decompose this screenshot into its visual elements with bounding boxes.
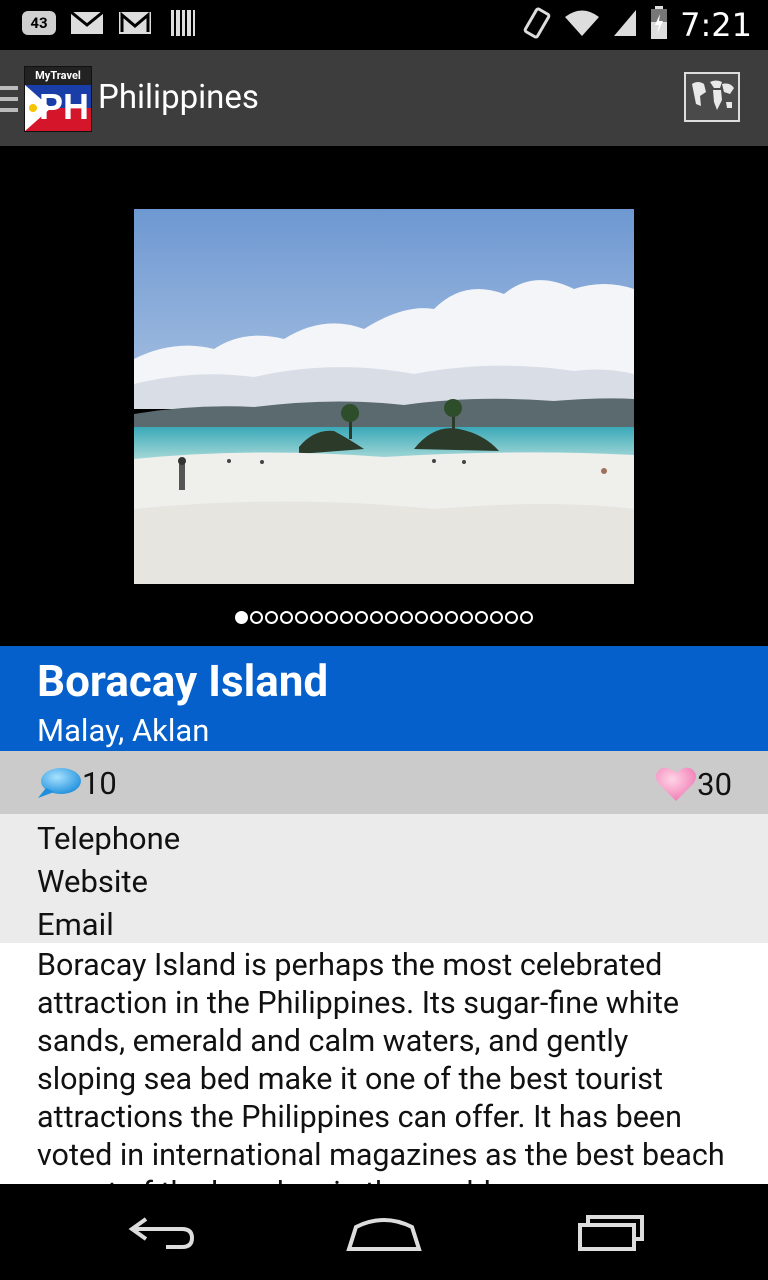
place-location: Malay, Aklan — [37, 712, 210, 749]
gallery-photo[interactable] — [134, 209, 634, 584]
gallery-page-dot[interactable] — [370, 611, 383, 624]
world-map-icon — [686, 74, 738, 120]
page-title: Philippines — [98, 78, 259, 117]
battery-icon — [650, 6, 668, 44]
wifi-icon — [564, 8, 600, 42]
gallery-page-dot[interactable] — [250, 611, 263, 624]
place-header: Boracay Island Malay, Aklan — [0, 646, 768, 751]
likes-count: 30 — [697, 765, 732, 803]
recent-apps-icon — [578, 1215, 644, 1251]
gallery-page-dot[interactable] — [280, 611, 293, 624]
recent-apps-button[interactable] — [566, 1208, 656, 1258]
gallery-page-dot[interactable] — [415, 611, 428, 624]
barcode-icon — [166, 10, 200, 36]
gallery-page-dot[interactable] — [475, 611, 488, 624]
world-map-button[interactable] — [684, 72, 740, 122]
description-text: Boracay Island is perhaps the most celeb… — [37, 948, 725, 1184]
gallery-page-dot[interactable] — [235, 611, 248, 624]
telephone-link[interactable]: Telephone — [37, 820, 180, 857]
contact-list: Telephone Website Email — [0, 814, 768, 943]
gallery-page-dot[interactable] — [340, 611, 353, 624]
website-link[interactable]: Website — [37, 863, 148, 900]
gallery-page-dot[interactable] — [430, 611, 443, 624]
gallery-page-dot[interactable] — [355, 611, 368, 624]
back-icon — [128, 1217, 195, 1249]
likes-button[interactable]: 30 — [655, 765, 732, 803]
gallery-page-dot[interactable] — [520, 611, 533, 624]
email-link[interactable]: Email — [37, 906, 114, 943]
rotate-icon — [522, 6, 552, 44]
gallery-page-dot[interactable] — [445, 611, 458, 624]
description-panel[interactable]: Boracay Island is perhaps the most celeb… — [0, 943, 768, 1184]
gallery-page-dot[interactable] — [265, 611, 278, 624]
gallery-page-dot[interactable] — [325, 611, 338, 624]
app-logo-text: MyTravel — [35, 69, 81, 82]
gmail-icon — [70, 10, 104, 36]
gmail-icon — [118, 10, 152, 36]
app-logo[interactable]: MyTravel PH — [24, 66, 92, 132]
drawer-menu-icon[interactable] — [0, 84, 20, 118]
notification-count-badge: 43 — [22, 11, 56, 35]
status-bar: 43 7:21 — [0, 0, 768, 50]
gallery-page-dot[interactable] — [505, 611, 518, 624]
back-button[interactable] — [116, 1208, 206, 1258]
gallery-page-dot[interactable] — [400, 611, 413, 624]
clock: 7:21 — [680, 6, 752, 44]
gallery-page-indicator[interactable] — [0, 611, 768, 624]
navigation-bar — [0, 1184, 768, 1280]
gallery-page-dot[interactable] — [310, 611, 323, 624]
app-logo-code: PH — [39, 86, 90, 127]
signal-icon — [612, 8, 638, 42]
stats-bar: 10 30 — [0, 751, 768, 814]
action-bar: MyTravel PH Philippines — [0, 50, 768, 146]
place-name: Boracay Island — [37, 655, 329, 707]
gallery-page-dot[interactable] — [490, 611, 503, 624]
comments-count: 10 — [82, 765, 117, 802]
image-gallery[interactable] — [0, 146, 768, 646]
home-icon — [346, 1218, 422, 1251]
comments-button[interactable]: 10 — [36, 765, 117, 802]
comment-bubble-icon — [38, 767, 81, 798]
gallery-page-dot[interactable] — [295, 611, 308, 624]
gallery-page-dot[interactable] — [460, 611, 473, 624]
gallery-page-dot[interactable] — [385, 611, 398, 624]
home-button[interactable] — [339, 1208, 429, 1258]
heart-icon — [656, 767, 697, 801]
